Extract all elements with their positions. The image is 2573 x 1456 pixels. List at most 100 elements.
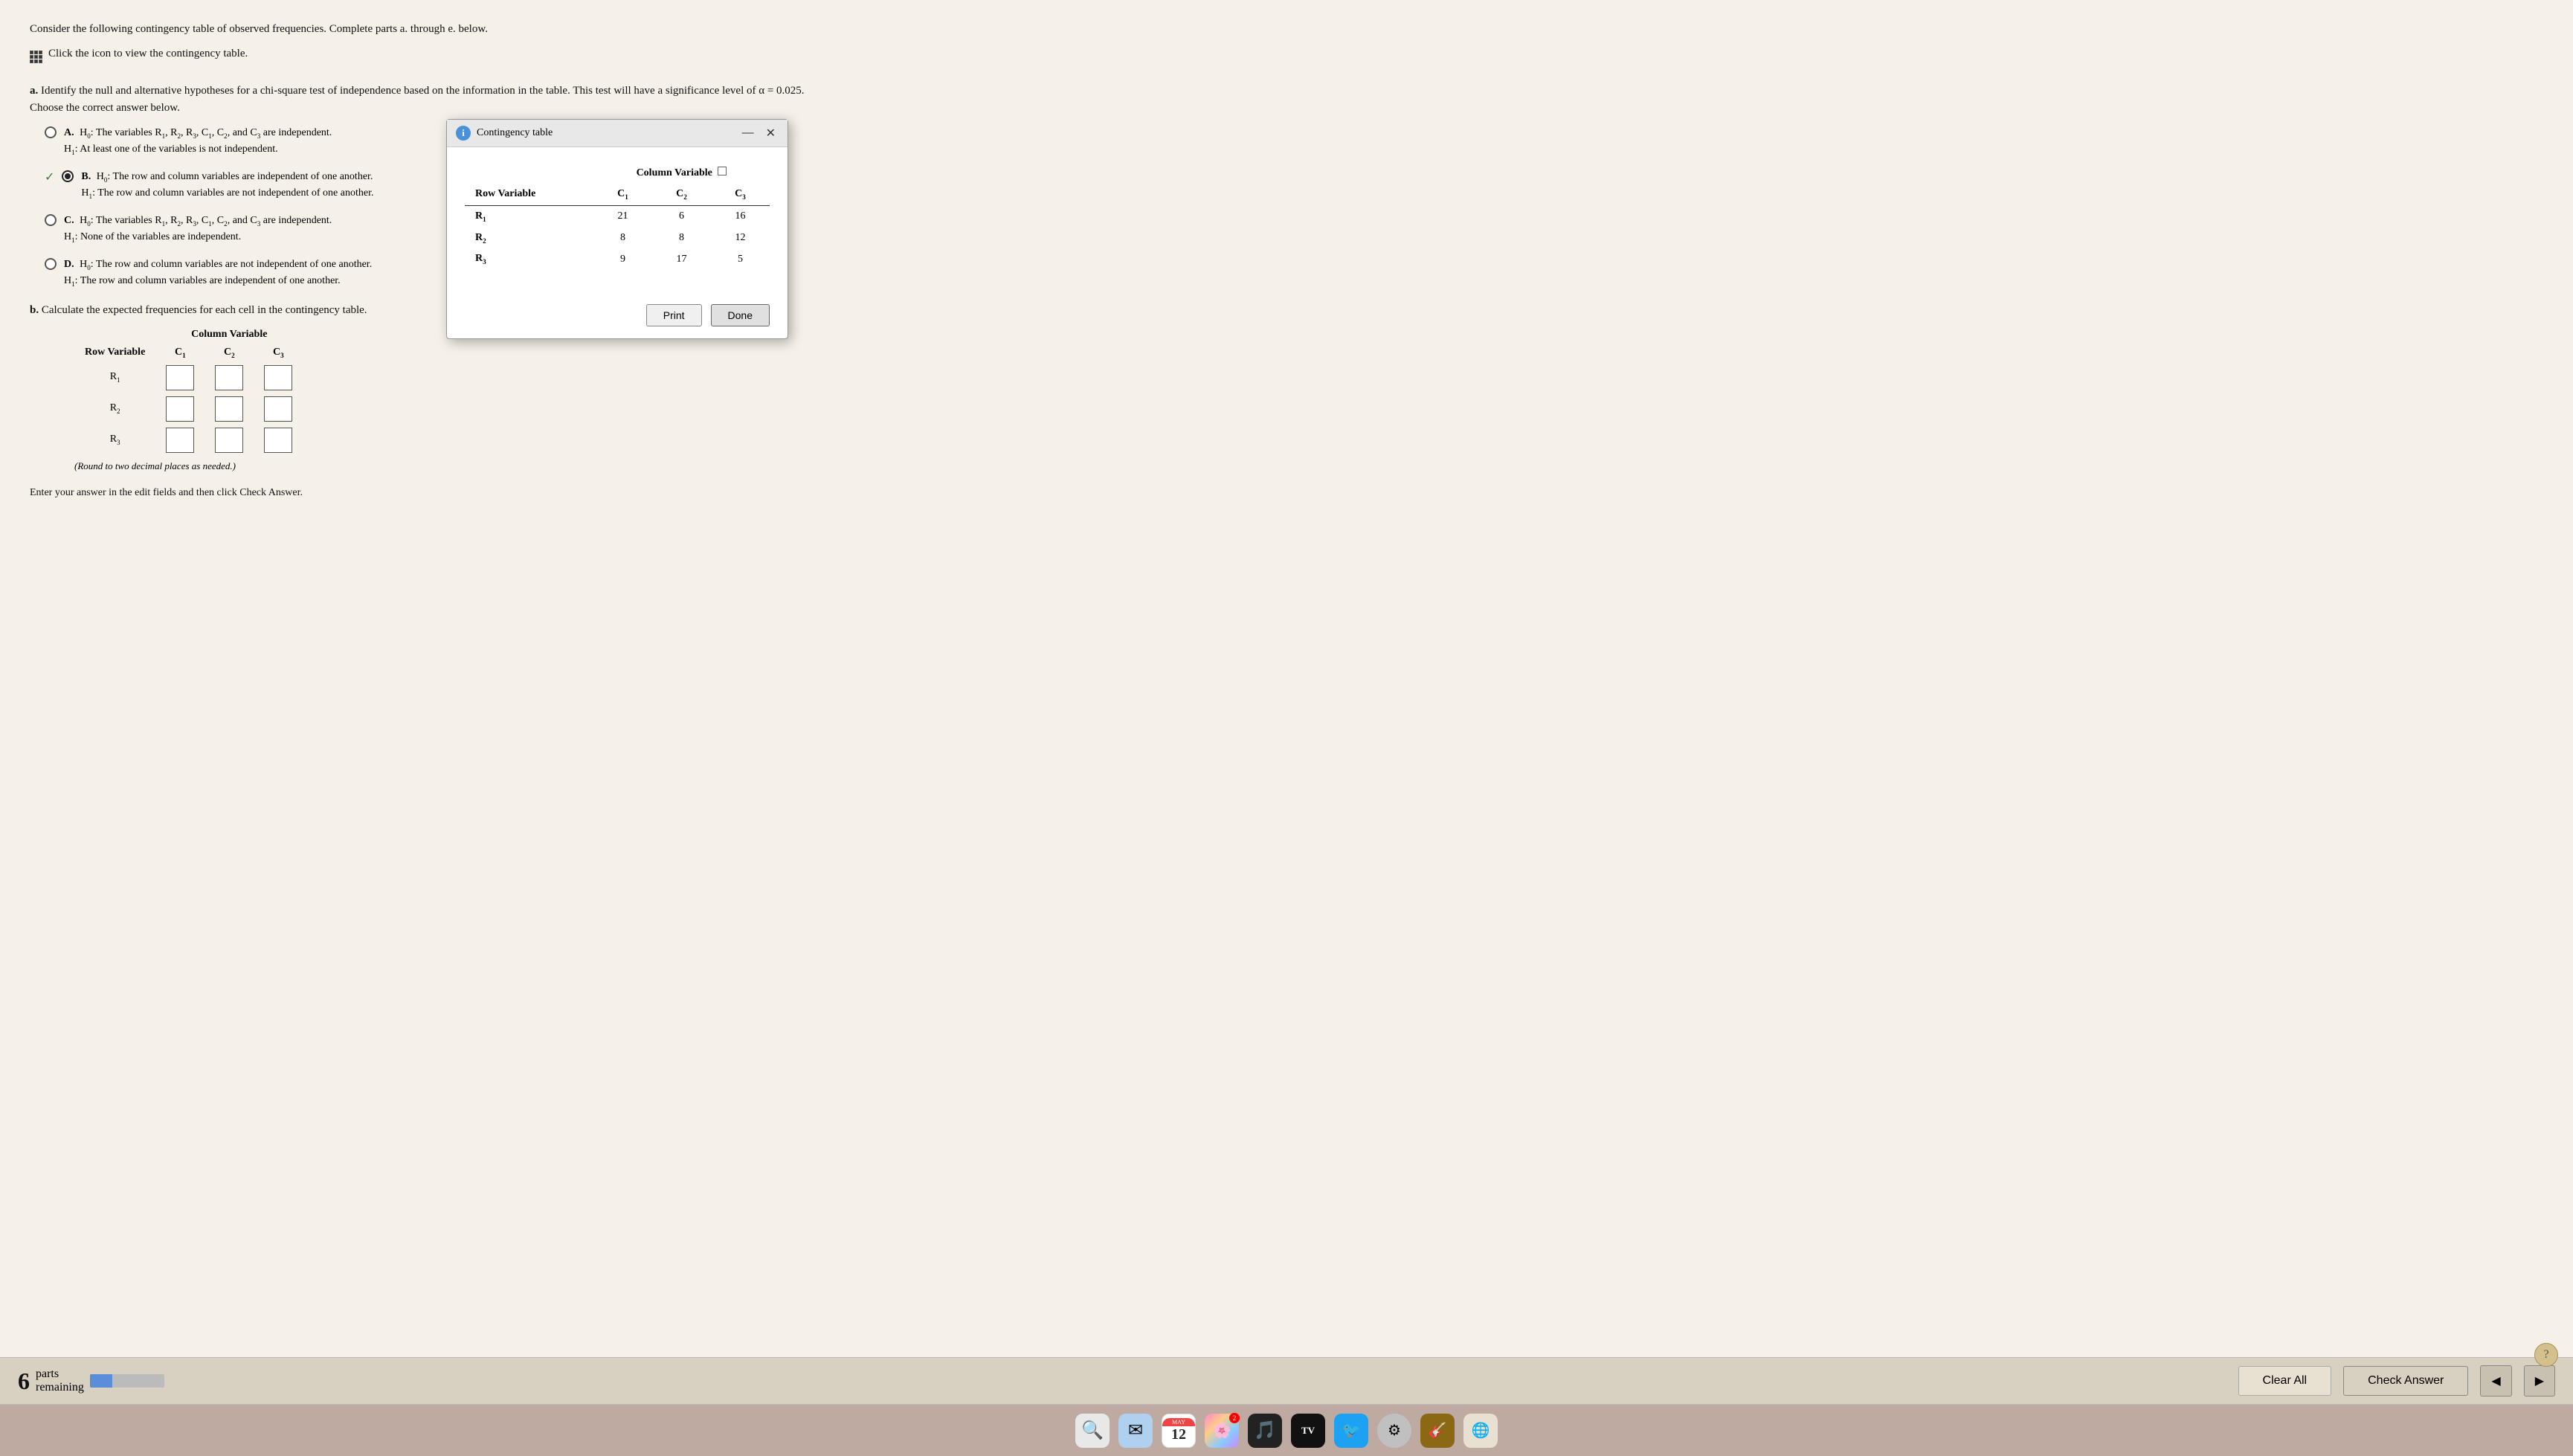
round-note: (Round to two decimal places as needed.) (74, 460, 2543, 472)
popup-col-var-header: Column Variable (593, 162, 770, 184)
main-content: Consider the following contingency table… (0, 0, 2573, 1397)
check-answer-button[interactable]: Check Answer (2343, 1366, 2468, 1396)
popup-footer: Print Done (447, 297, 788, 338)
popup-overlay: i Contingency table — ✕ Column Variable (446, 119, 788, 339)
popup-window: i Contingency table — ✕ Column Variable (446, 119, 788, 339)
popup-r2-c2: 8 (652, 228, 711, 249)
table-row: R1 (74, 362, 303, 393)
col-c3-header: C3 (254, 344, 303, 362)
popup-r3-c1: 9 (593, 248, 652, 270)
dock-item-extra2[interactable]: 🌐 (1461, 1411, 1500, 1450)
popup-col-c2: C2 (652, 184, 711, 205)
photos-badge: 2 (1229, 1413, 1240, 1423)
contingency-table: Column Variable Row Variable C1 C2 C3 (465, 162, 770, 270)
col-c2-header: C2 (205, 344, 254, 362)
progress-bar (90, 1374, 164, 1388)
parts-remaining: 6 parts remaining (18, 1368, 164, 1395)
radio-A[interactable] (45, 126, 57, 138)
dock-item-extra1[interactable]: 🎸 (1418, 1411, 1457, 1450)
enter-answer-text: Enter your answer in the edit fields and… (30, 487, 2543, 499)
dock-item-mail[interactable]: ✉ (1116, 1411, 1155, 1450)
popup-r1-label: R1 (465, 205, 593, 227)
popup-titlebar: i Contingency table — ✕ (447, 120, 788, 147)
parts-label: parts remaining (36, 1368, 84, 1394)
dock-item-twitter[interactable]: 🐦 (1332, 1411, 1371, 1450)
input-r3-c2[interactable] (215, 428, 243, 453)
expected-freq-table: Column Variable Row Variable C1 C2 C3 R1 (74, 326, 303, 456)
table-row: R3 (74, 425, 303, 456)
popup-r2-label: R2 (465, 228, 593, 249)
option-B[interactable]: ✓ B. H0: The row and column variables ar… (45, 169, 2543, 202)
popup-controls: — ✕ (739, 126, 779, 141)
checkmark-B: ✓ (45, 169, 54, 187)
option-D[interactable]: D. H0: The row and column variables are … (45, 257, 2543, 290)
part-b-table-wrap: Column Variable Row Variable C1 C2 C3 R1 (74, 326, 2543, 456)
click-icon-row: Click the icon to view the contingency t… (30, 45, 2543, 70)
row-r2-label: R2 (74, 393, 155, 425)
bottom-bar: 6 parts remaining Clear All Check Answer… (0, 1357, 2573, 1404)
dock-item-music[interactable]: 🎵 (1246, 1411, 1284, 1450)
clear-all-button[interactable]: Clear All (2238, 1366, 2332, 1396)
input-r3-c3[interactable] (264, 428, 292, 453)
problem-intro: Consider the following contingency table… (30, 21, 2543, 38)
popup-row-r2: R2 8 8 12 (465, 228, 770, 249)
parts-count: 6 (18, 1368, 30, 1395)
popup-col-c3: C3 (711, 184, 770, 205)
popup-row-var-label: Row Variable (465, 184, 593, 205)
col-var-header: Column Variable (155, 326, 303, 344)
popup-r3-c2: 17 (652, 248, 711, 270)
row-r1-label: R1 (74, 362, 155, 393)
part-a-text: a. Identify the null and alternative hyp… (30, 83, 2543, 116)
dock-item-system[interactable]: ⚙ (1375, 1411, 1414, 1450)
option-A-text: A. H0: The variables R1, R2, R3, C1, C2,… (64, 125, 2543, 158)
input-r2-c3[interactable] (264, 396, 292, 422)
prev-button[interactable]: ◀ (2480, 1365, 2511, 1397)
popup-r3-label: R3 (465, 248, 593, 270)
popup-row-r3: R3 9 17 5 (465, 248, 770, 270)
grid-icon[interactable] (30, 51, 42, 63)
print-button[interactable]: Print (646, 304, 702, 326)
option-A[interactable]: A. H0: The variables R1, R2, R3, C1, C2,… (45, 125, 2543, 158)
input-r1-c1[interactable] (166, 365, 194, 390)
click-icon-text: Click the icon to view the contingency t… (48, 45, 248, 62)
popup-r1-c3: 16 (711, 205, 770, 227)
popup-row-r1: R1 21 6 16 (465, 205, 770, 227)
option-D-text: D. H0: The row and column variables are … (64, 257, 2543, 290)
col-c1-header: C1 (155, 344, 205, 362)
popup-r3-c3: 5 (711, 248, 770, 270)
popup-close-button[interactable]: ✕ (763, 126, 779, 141)
option-C-text: C. H0: The variables R1, R2, R3, C1, C2,… (64, 213, 2543, 246)
progress-bar-fill (90, 1374, 112, 1388)
dock-item-photos[interactable]: 🌸 2 (1202, 1411, 1241, 1450)
popup-title: Contingency table (477, 127, 733, 139)
options-list: A. H0: The variables R1, R2, R3, C1, C2,… (45, 125, 2543, 290)
row-var-label: Row Variable (74, 344, 155, 362)
table-row: R2 (74, 393, 303, 425)
part-b-text: b. Calculate the expected frequencies fo… (30, 302, 2543, 319)
info-icon: i (456, 126, 471, 141)
copy-icon[interactable] (718, 167, 727, 175)
dock-item-calendar[interactable]: MAY 12 (1159, 1411, 1198, 1450)
part-b: b. Calculate the expected frequencies fo… (30, 302, 2543, 472)
dock-item-tv[interactable]: TV (1289, 1411, 1327, 1450)
radio-C[interactable] (45, 214, 57, 226)
mac-dock: 🔍 ✉ MAY 12 🌸 2 🎵 TV 🐦 ⚙ 🎸 🌐 (0, 1404, 2573, 1456)
popup-r2-c3: 12 (711, 228, 770, 249)
radio-B[interactable] (62, 170, 74, 182)
help-button[interactable]: ? (2534, 1343, 2558, 1367)
option-C[interactable]: C. H0: The variables R1, R2, R3, C1, C2,… (45, 213, 2543, 246)
radio-D[interactable] (45, 258, 57, 270)
next-button[interactable]: ▶ (2524, 1365, 2555, 1397)
popup-r1-c1: 21 (593, 205, 652, 227)
popup-body: Column Variable Row Variable C1 C2 C3 (447, 147, 788, 297)
row-r3-label: R3 (74, 425, 155, 456)
input-r2-c1[interactable] (166, 396, 194, 422)
popup-r1-c2: 6 (652, 205, 711, 227)
done-button[interactable]: Done (711, 304, 770, 326)
dock-item-finder[interactable]: 🔍 (1073, 1411, 1112, 1450)
input-r1-c3[interactable] (264, 365, 292, 390)
input-r2-c2[interactable] (215, 396, 243, 422)
input-r3-c1[interactable] (166, 428, 194, 453)
popup-minimize-button[interactable]: — (739, 126, 757, 141)
input-r1-c2[interactable] (215, 365, 243, 390)
